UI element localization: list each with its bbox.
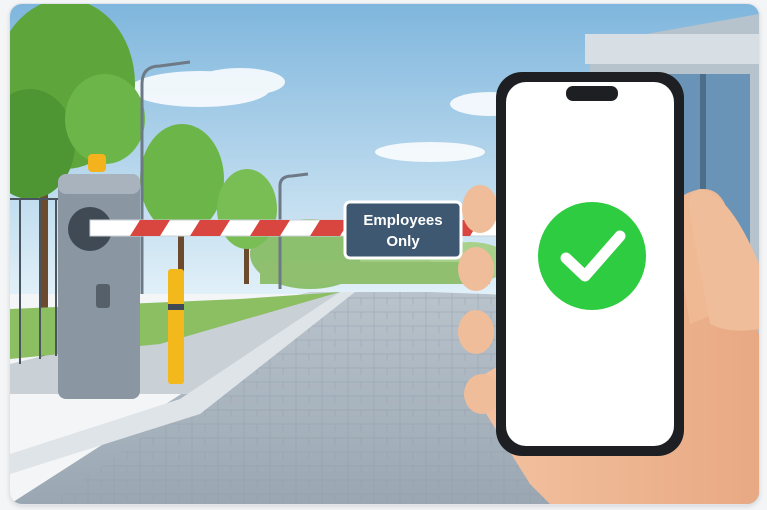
access-control-scene: Employees Only	[10, 4, 759, 504]
yellow-bollard	[168, 269, 184, 384]
green-checkmark-icon	[538, 202, 646, 310]
phone-notch	[566, 86, 618, 101]
image-frame: Employees Only	[10, 4, 759, 504]
sign-line-1: Employees	[363, 212, 442, 229]
barrier-gate-housing	[58, 154, 140, 399]
employees-only-sign: Employees Only	[343, 200, 463, 260]
sign-line-2: Only	[386, 233, 420, 250]
